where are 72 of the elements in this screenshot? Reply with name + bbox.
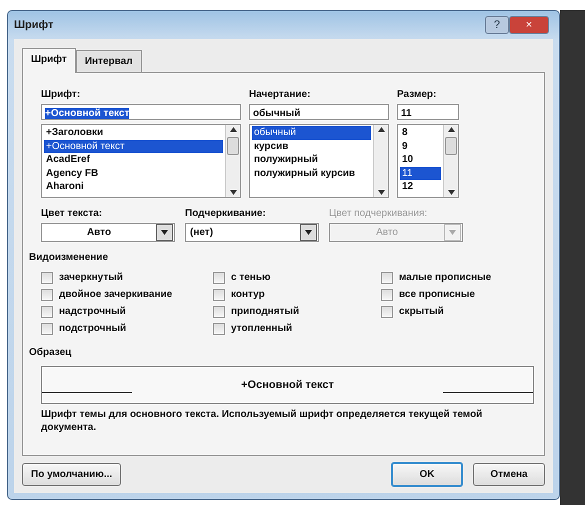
section-title: Образец (29, 346, 72, 360)
scrollbar-thumb[interactable] (445, 137, 457, 155)
list-box[interactable]: обычный курсив полужирный полужирный курсив (249, 124, 389, 198)
scroll-up-icon[interactable] (448, 127, 454, 132)
checkbox-label: все прописные (399, 288, 475, 302)
checkbox[interactable] (41, 288, 53, 300)
scroll-up-icon[interactable] (230, 127, 236, 132)
checkbox-label: зачеркнутый (59, 271, 123, 285)
input-field[interactable]: +Основной текст (41, 104, 241, 120)
checkbox[interactable] (213, 306, 225, 318)
scroll-down-icon[interactable] (378, 190, 384, 195)
list-item[interactable]: 9 (400, 140, 441, 153)
list-item[interactable]: AcadEref (44, 153, 223, 166)
checkbox[interactable] (41, 272, 53, 284)
list-box[interactable]: +Заголовки +Основной текст AcadEref Agency FB Aharoni (41, 124, 241, 198)
checkbox-label: утопленный (231, 322, 292, 336)
checkbox-label: двойное зачеркивание (59, 288, 172, 302)
list-item[interactable]: 11 (400, 166, 441, 180)
checkbox[interactable] (213, 272, 225, 284)
list-item[interactable]: обычный (252, 126, 371, 140)
dropdown[interactable]: (нет) (185, 223, 319, 242)
caret-icon[interactable] (161, 230, 168, 235)
dropdown[interactable]: Авто (41, 223, 175, 242)
list-item[interactable]: полужирный курсив (252, 166, 371, 180)
field-label: Начертание: (249, 88, 312, 102)
dialog-button[interactable]: По умолчанию... (22, 463, 122, 486)
field-label: Шрифт: (41, 88, 82, 102)
description-text: Шрифт темы для основного текста. Используемый шрифт определяется текущей темой документа. (41, 408, 484, 434)
field-label: Размер: (397, 88, 438, 102)
checkbox[interactable] (213, 288, 225, 300)
checkbox[interactable] (41, 322, 53, 334)
list-item[interactable]: полужирный (252, 153, 371, 166)
list-item[interactable]: курсив (252, 140, 371, 153)
field-label: Подчеркивание: (185, 207, 267, 221)
help-button[interactable]: ? (484, 16, 509, 34)
close-button[interactable]: × (509, 16, 549, 34)
checkbox-label: скрытый (399, 305, 444, 319)
checkbox-label: подстрочный (59, 322, 126, 336)
list-item[interactable]: 8 (400, 126, 441, 140)
window-title: Шрифт (14, 18, 54, 33)
list-box[interactable]: 8 9 10 11 12 (397, 124, 459, 198)
list-item[interactable]: +Заголовки (44, 126, 223, 140)
section-title: Видоизменение (29, 251, 110, 265)
list-item[interactable]: 10 (400, 153, 441, 166)
checkbox[interactable] (381, 272, 393, 284)
checkbox[interactable] (381, 306, 393, 318)
input-field[interactable]: обычный (249, 104, 389, 120)
dialog-button[interactable]: Отмена (473, 463, 545, 486)
checkbox[interactable] (41, 306, 53, 318)
tab[interactable]: Шрифт (22, 48, 76, 73)
checkbox[interactable] (213, 322, 225, 334)
list-item[interactable]: Agency FB (44, 166, 223, 180)
field-label: Цвет подчеркивания: (329, 207, 428, 221)
tab[interactable]: Интервал (76, 50, 142, 72)
dialog-button[interactable]: OK (391, 462, 463, 487)
list-item[interactable]: 12 (400, 180, 441, 194)
checkbox-label: приподнятый (231, 305, 300, 319)
checkbox-label: надстрочный (59, 305, 126, 319)
scroll-up-icon[interactable] (378, 127, 384, 132)
checkbox-label: контур (231, 288, 265, 302)
input-field[interactable]: 11 (397, 104, 459, 120)
list-item[interactable]: +Основной текст (44, 140, 223, 153)
list-item[interactable]: Aharoni (44, 180, 223, 194)
scrollbar-thumb[interactable] (227, 137, 239, 155)
caret-icon[interactable] (305, 230, 312, 235)
scroll-down-icon[interactable] (230, 190, 236, 195)
checkbox[interactable] (381, 288, 393, 300)
preview-text: +Основной текст (240, 378, 335, 393)
scroll-down-icon[interactable] (448, 190, 454, 195)
checkbox-label: с тенью (231, 271, 271, 285)
checkbox-label: малые прописные (399, 271, 492, 285)
field-label: Цвет текста: (41, 207, 104, 221)
